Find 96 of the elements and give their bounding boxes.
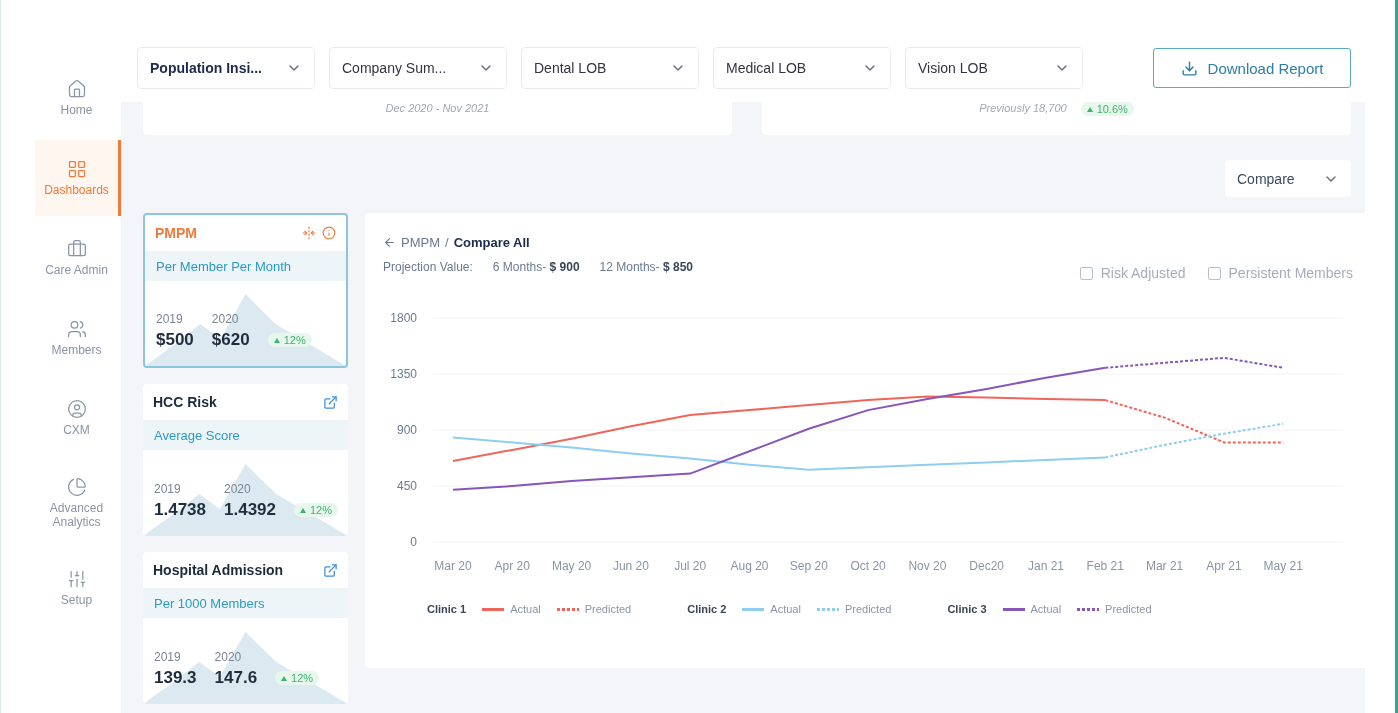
collapse-icon[interactable] xyxy=(302,226,316,240)
year-label: 2020 xyxy=(214,650,243,664)
axis-label: Dec20 xyxy=(969,559,1005,573)
nav-icon xyxy=(66,568,87,589)
axis-label: Jan 21 xyxy=(1028,559,1064,573)
filter-dropdown[interactable]: Dental LOB xyxy=(521,47,699,89)
download-button[interactable]: Download Report xyxy=(1153,48,1351,88)
compare-dropdown[interactable]: Compare xyxy=(1225,160,1351,197)
projection-label: Projection Value: xyxy=(383,260,473,274)
card-title: HCC Risk xyxy=(153,394,217,410)
card-title: Hospital Admission xyxy=(153,562,284,578)
change-badge: 12% xyxy=(275,671,320,685)
metric-value: $620 xyxy=(211,330,250,350)
axis-label: Apr 21 xyxy=(1206,559,1242,573)
sidebar-item[interactable]: Setup xyxy=(35,550,121,626)
axis-label: 1800 xyxy=(390,311,417,325)
card-subtitle: Per Member Per Month xyxy=(145,251,346,281)
filter-dropdown[interactable]: Company Sum... xyxy=(329,47,507,89)
axis-label: Jun 20 xyxy=(612,559,649,573)
axis-label: Mar 20 xyxy=(434,559,472,573)
breadcrumb-separator: / xyxy=(445,235,449,250)
axis-label: Nov 20 xyxy=(908,559,947,573)
metric-card[interactable]: Hospital Admission Per 1000 Members 2019 139.3 2020 147.6 12% xyxy=(143,552,348,704)
breadcrumb-current: Compare All xyxy=(453,235,530,250)
axis-label: Mar 21 xyxy=(1145,559,1184,573)
metric-card[interactable]: HCC Risk Average Score 2019 1.4738 2020 1.4392 12% xyxy=(143,384,348,536)
sidebar-item[interactable]: Care Admin xyxy=(35,220,121,296)
up-triangle-icon xyxy=(300,507,306,513)
axis-label: May 20 xyxy=(551,559,592,573)
metric-value: 147.6 xyxy=(214,668,258,688)
legend-group-label: Clinic 3 xyxy=(947,603,987,615)
sidebar-item[interactable]: Dashboards xyxy=(35,140,121,216)
axis-label: Jul 20 xyxy=(674,559,707,573)
sidebar-item[interactable]: CXM xyxy=(35,380,121,456)
back-arrow-icon[interactable] xyxy=(383,236,396,249)
checkbox[interactable] xyxy=(1079,266,1093,280)
axis-label: 0 xyxy=(410,535,417,549)
axis-label: 1350 xyxy=(390,367,417,381)
legend-group-label: Clinic 1 xyxy=(427,603,467,615)
download-icon xyxy=(1180,59,1198,77)
checkbox[interactable] xyxy=(1207,266,1221,280)
legend-item: Actual xyxy=(1002,603,1062,615)
card-subtitle: Per 1000 Members xyxy=(143,588,348,618)
external-link-icon[interactable] xyxy=(323,562,338,578)
change-badge: 10.6% xyxy=(1080,102,1134,116)
axis-label: Sep 20 xyxy=(789,559,828,573)
card-subtitle: Average Score xyxy=(143,420,348,450)
nav-icon xyxy=(66,318,87,339)
up-triangle-icon xyxy=(281,675,288,681)
nav-icon xyxy=(66,238,87,259)
metric-value: $500 xyxy=(156,330,194,350)
summary-note: Dec 2020 - Nov 2021 xyxy=(385,102,490,114)
nav-icon xyxy=(66,398,87,419)
filter-dropdown[interactable]: Population Insi... xyxy=(137,47,315,89)
filter-dropdown[interactable]: Vision LOB xyxy=(905,47,1083,89)
nav-icon xyxy=(66,158,87,179)
breadcrumb-link[interactable]: PMPM xyxy=(401,235,440,250)
up-triangle-icon xyxy=(273,337,280,343)
up-triangle-icon xyxy=(1086,106,1093,112)
year-label: 2020 xyxy=(224,482,252,496)
metric-value: 1.4392 xyxy=(224,500,276,520)
nav-icon xyxy=(66,476,87,497)
nav-icon xyxy=(66,78,87,99)
year-label: 2019 xyxy=(156,312,184,326)
axis-label: Oct 20 xyxy=(850,559,886,573)
info-icon[interactable] xyxy=(322,226,336,240)
legend-group-label: Clinic 2 xyxy=(687,603,727,615)
axis-label: 450 xyxy=(396,479,417,493)
external-link-icon[interactable] xyxy=(323,394,338,410)
legend-item: Predicted xyxy=(1077,603,1152,615)
change-badge: 12% xyxy=(294,503,339,517)
sidebar-item[interactable]: Advanced Analytics xyxy=(35,460,121,546)
change-badge: 12% xyxy=(267,333,312,347)
projection-value: 12 Months- $ 850 xyxy=(599,260,693,274)
legend-item: Predicted xyxy=(816,603,892,615)
filter-dropdown[interactable]: Medical LOB xyxy=(713,47,891,89)
axis-label: Apr 20 xyxy=(494,559,530,573)
option-checkbox[interactable]: Persistent Members xyxy=(1207,265,1353,281)
legend-item: Predicted xyxy=(556,603,632,615)
legend-item: Actual xyxy=(742,603,801,615)
card-title: PMPM xyxy=(155,225,197,241)
axis-label: 900 xyxy=(396,423,417,437)
metric-card[interactable]: PMPM Per Member Per Month 2019 $500 2020 $620 12% xyxy=(143,213,348,368)
metric-value: 1.4738 xyxy=(154,500,206,520)
projection-value: 6 Months- $ 900 xyxy=(492,260,580,274)
metric-value: 139.3 xyxy=(154,668,197,688)
year-label: 2020 xyxy=(211,312,240,326)
sidebar-item[interactable]: Home xyxy=(35,60,121,136)
axis-label: Feb 21 xyxy=(1086,559,1124,573)
year-label: 2019 xyxy=(154,650,182,664)
axis-label: May 21 xyxy=(1263,559,1303,573)
legend-item: Actual xyxy=(482,603,541,615)
year-label: 2019 xyxy=(154,482,182,496)
sidebar-item[interactable]: Members xyxy=(35,300,121,376)
axis-label: Aug 20 xyxy=(730,559,769,573)
summary-note: Previously 18,700 xyxy=(979,102,1067,114)
